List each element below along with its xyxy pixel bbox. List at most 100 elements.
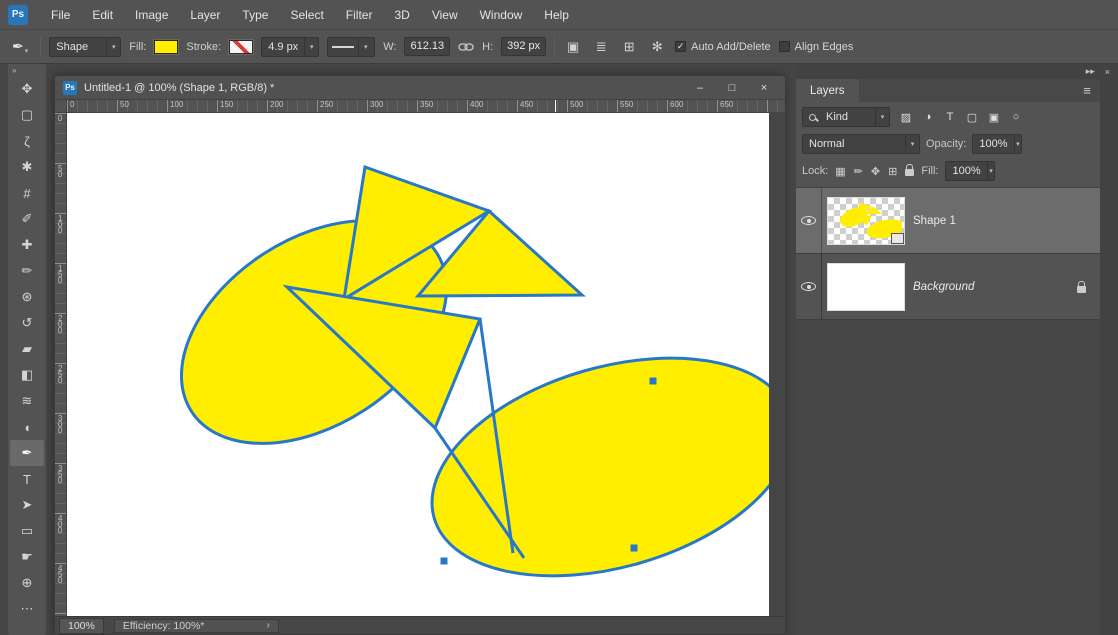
filter-shape-layers-icon[interactable]: ▢ xyxy=(962,107,982,127)
chevron-down-icon: ▾ xyxy=(1013,135,1022,153)
blend-mode-select[interactable]: Normal ▾ xyxy=(802,134,920,154)
auto-add-delete-checkbox[interactable]: ✓ xyxy=(675,41,687,52)
close-button[interactable]: × xyxy=(751,79,777,97)
lock-position-icon[interactable]: ✥ xyxy=(871,165,880,178)
path-arrange-icon[interactable]: ⊞ xyxy=(619,37,639,57)
healing-brush-tool[interactable]: ✚ xyxy=(8,232,46,258)
ruler-mark: 300 xyxy=(370,100,384,109)
crop-tool[interactable]: # xyxy=(8,180,46,206)
pen-tool[interactable]: ✒ xyxy=(10,440,44,466)
width-input[interactable]: 612.13 xyxy=(404,37,451,56)
lock-artboard-icon[interactable]: ⊞ xyxy=(888,165,897,178)
path-alignment-icon[interactable]: ≣ xyxy=(591,37,611,57)
rectangular-marquee-tool[interactable]: ▢ xyxy=(8,102,46,128)
fill-label: Fill: xyxy=(129,40,147,53)
layer-row-shape-1[interactable]: Shape 1 xyxy=(796,188,1100,254)
gear-icon[interactable]: ✻ xyxy=(647,37,667,57)
menu-type[interactable]: Type xyxy=(231,8,279,22)
menu-file[interactable]: File xyxy=(40,8,81,22)
chevron-down-icon: ▾ xyxy=(986,162,995,180)
edit-toolbar-button[interactable]: ⋯ xyxy=(8,596,46,622)
layer-name[interactable]: Background xyxy=(913,281,974,293)
menu-filter[interactable]: Filter xyxy=(335,8,384,22)
tool-mode-select[interactable]: Shape ▾ xyxy=(49,36,122,57)
filter-pixel-layers-icon[interactable]: ▨ xyxy=(896,107,916,127)
layer-thumbnail[interactable] xyxy=(827,262,905,311)
type-tool[interactable]: T xyxy=(8,466,46,492)
layer-thumbnail[interactable] xyxy=(827,196,905,245)
document-titlebar[interactable]: Ps Untitled-1 @ 100% (Shape 1, RGB/8) * … xyxy=(55,76,785,100)
lock-row: Lock: ▦ ✏ ✥ ⊞ Fill: 100% ▾ xyxy=(796,158,1100,187)
menu-layer[interactable]: Layer xyxy=(179,8,231,22)
menu-edit[interactable]: Edit xyxy=(81,8,124,22)
lasso-tool[interactable]: ζ xyxy=(8,128,46,154)
lock-all-icon[interactable] xyxy=(905,163,915,179)
path-operations-icon[interactable]: ▣ xyxy=(563,37,583,57)
filter-toggle-icon[interactable]: ○ xyxy=(1006,107,1026,127)
hand-tool[interactable]: ☛ xyxy=(8,544,46,570)
align-edges-checkbox[interactable]: ✓ xyxy=(778,41,790,52)
tab-layers[interactable]: Layers xyxy=(796,79,859,102)
menu-3d[interactable]: 3D xyxy=(383,8,420,22)
layer-row-background[interactable]: Background xyxy=(796,254,1100,320)
visibility-toggle[interactable] xyxy=(796,254,822,319)
lock-pixels-icon[interactable]: ✏ xyxy=(854,165,863,178)
menu-window[interactable]: Window xyxy=(469,8,534,22)
dodge-tool[interactable]: ◖ xyxy=(8,414,46,440)
photoshop-logo-icon: Ps xyxy=(8,4,28,25)
maximize-button[interactable]: □ xyxy=(719,79,745,97)
opacity-input[interactable]: 100% ▾ xyxy=(972,134,1023,154)
close-panel-icon[interactable]: × xyxy=(1105,67,1110,77)
stroke-style-select[interactable]: ▾ xyxy=(327,36,376,57)
visibility-toggle[interactable] xyxy=(796,188,822,253)
collapse-dock-icon[interactable]: ▸▸ xyxy=(1086,66,1095,77)
move-tool[interactable]: ✥ xyxy=(8,76,46,102)
zoom-level[interactable]: 100% xyxy=(59,617,104,634)
filter-smart-object-icon[interactable]: ▣ xyxy=(984,107,1004,127)
stroke-width-value: 4.9 px xyxy=(268,40,299,53)
vertical-ruler[interactable]: 0 50 100 150 200 250 300 350 400 450 xyxy=(55,113,67,616)
lock-transparency-icon[interactable]: ▦ xyxy=(835,165,845,178)
blur-tool[interactable]: ≋ xyxy=(8,388,46,414)
filter-kind-select[interactable]: Kind ▾ xyxy=(802,107,890,127)
ruler-mark: 550 xyxy=(620,100,634,109)
brush-tool[interactable]: ✏ xyxy=(8,258,46,284)
document-area: Ps Untitled-1 @ 100% (Shape 1, RGB/8) * … xyxy=(46,64,796,635)
fill-opacity-input[interactable]: 100% ▾ xyxy=(945,161,996,181)
tab-bar-filler xyxy=(859,79,1074,102)
menu-select[interactable]: Select xyxy=(279,8,334,22)
anchor-point[interactable] xyxy=(630,544,638,552)
panel-menu-icon[interactable]: ≡ xyxy=(1074,79,1100,102)
fill-color-swatch[interactable] xyxy=(153,38,180,55)
anchor-point[interactable] xyxy=(649,377,657,385)
menubar: Ps File Edit Image Layer Type Select Filter 3D V… xyxy=(0,0,1118,30)
gradient-tool[interactable]: ◧ xyxy=(8,362,46,388)
workspace: » ✥ ▢ ζ ✱ # ✐ ✚ ✏ ⊛ ↺ ▰ ◧ ≋ ◖ ✒ T ➤ ▭ ☛ ⊕ ⋯ Ps Untitled-1 @ … xyxy=(0,64,1118,635)
height-input[interactable]: 392 px xyxy=(501,37,547,56)
collapse-tools-icon[interactable]: » xyxy=(8,64,46,76)
current-tool-preset[interactable]: ✒ ▾ xyxy=(8,36,32,57)
clone-stamp-tool[interactable]: ⊛ xyxy=(8,284,46,310)
layer-name[interactable]: Shape 1 xyxy=(913,215,956,227)
link-dimensions-icon[interactable] xyxy=(458,42,474,52)
status-field[interactable]: Efficiency: 100%* › xyxy=(113,618,279,633)
minimize-button[interactable]: – xyxy=(687,79,713,97)
filter-adjustment-layers-icon[interactable]: ◑ xyxy=(918,107,938,127)
canvas[interactable] xyxy=(67,113,769,616)
eyedropper-tool[interactable]: ✐ xyxy=(8,206,46,232)
lock-icon xyxy=(1077,280,1086,293)
quick-selection-tool[interactable]: ✱ xyxy=(8,154,46,180)
menu-view[interactable]: View xyxy=(421,8,469,22)
history-brush-tool[interactable]: ↺ xyxy=(8,310,46,336)
menu-image[interactable]: Image xyxy=(124,8,179,22)
filter-type-layers-icon[interactable]: T xyxy=(940,107,960,127)
anchor-point[interactable] xyxy=(440,557,448,565)
path-selection-tool[interactable]: ➤ xyxy=(8,492,46,518)
menu-help[interactable]: Help xyxy=(533,8,580,22)
stroke-width-input[interactable]: 4.9 px ▾ xyxy=(261,36,320,57)
shape-tool[interactable]: ▭ xyxy=(8,518,46,544)
horizontal-ruler[interactable]: 0 50 100 150 200 250 300 350 400 450 500 550 600 650 xyxy=(67,100,785,113)
eraser-tool[interactable]: ▰ xyxy=(8,336,46,362)
stroke-color-swatch[interactable] xyxy=(228,38,255,55)
zoom-tool[interactable]: ⊕ xyxy=(8,570,46,596)
